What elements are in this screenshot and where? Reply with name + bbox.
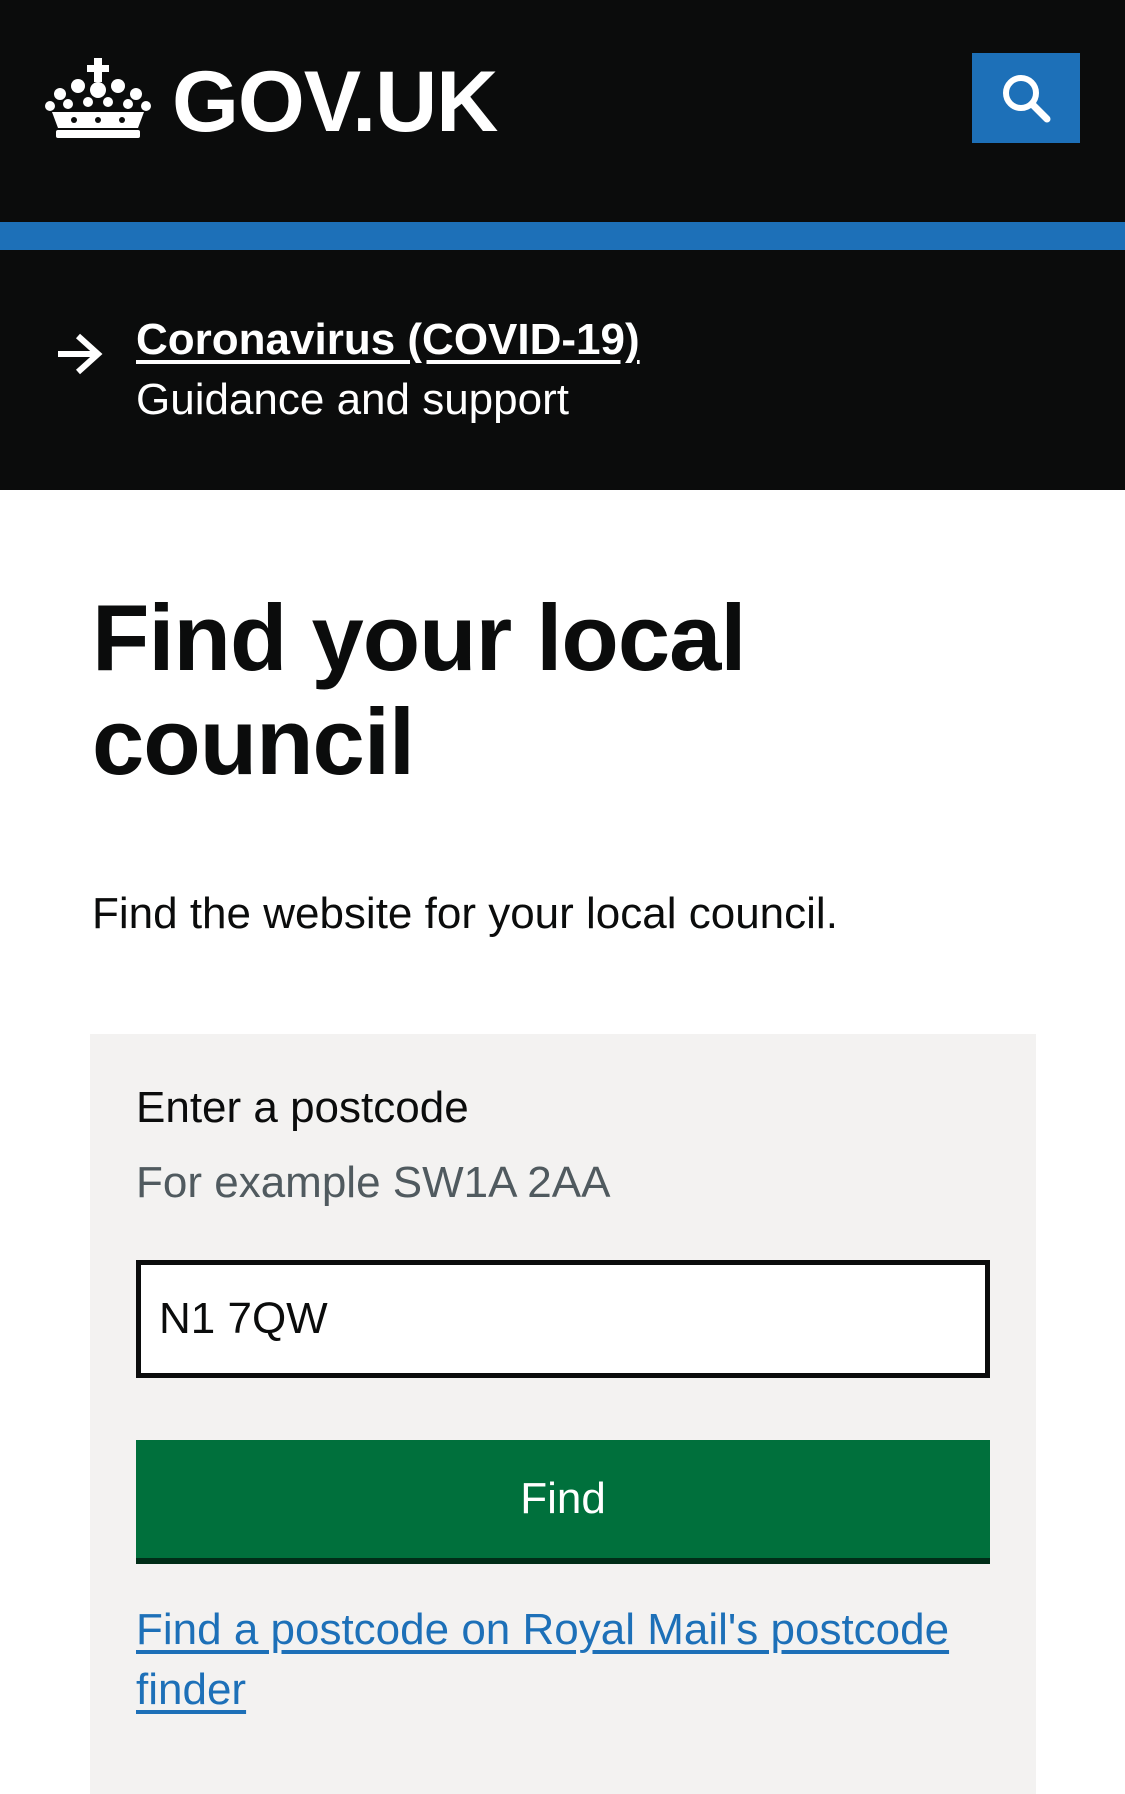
arrow-right-icon	[58, 333, 103, 375]
find-button[interactable]: Find	[136, 1440, 990, 1558]
postcode-label: Enter a postcode	[136, 1083, 469, 1132]
covid-banner	[0, 250, 1125, 490]
royal-mail-postcode-finder-link[interactable]: Find a postcode on Royal Mail's postcode…	[136, 1600, 1016, 1720]
header-accent-bar	[0, 222, 1125, 250]
covid-banner-link[interactable]: Coronavirus (COVID-19)	[136, 312, 640, 368]
search-icon	[1003, 75, 1051, 123]
postcode-input[interactable]	[136, 1260, 990, 1378]
postcode-hint: For example SW1A 2AA	[136, 1158, 611, 1207]
crown-icon	[45, 58, 151, 138]
covid-banner-subtext: Guidance and support	[136, 375, 569, 424]
site-header: GOV.UK	[0, 0, 1125, 222]
page-lede: Find the website for your local council.	[92, 889, 838, 938]
page-title: Find your local council	[92, 585, 747, 794]
search-button[interactable]	[972, 53, 1080, 143]
govuk-logo-text[interactable]: GOV.UK	[172, 52, 498, 152]
